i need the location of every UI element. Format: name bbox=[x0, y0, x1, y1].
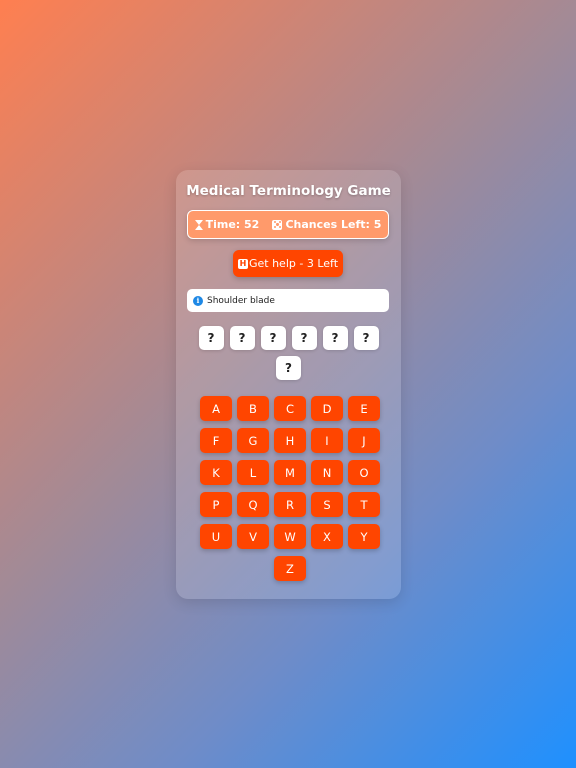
hint-box: i Shoulder blade bbox=[187, 289, 389, 312]
key-a[interactable]: A bbox=[200, 396, 232, 421]
key-z[interactable]: Z bbox=[274, 556, 306, 581]
key-e[interactable]: E bbox=[348, 396, 380, 421]
key-w[interactable]: W bbox=[274, 524, 306, 549]
hourglass-icon bbox=[194, 219, 203, 230]
key-p[interactable]: P bbox=[200, 492, 232, 517]
game-title: Medical Terminology Game bbox=[186, 183, 391, 199]
key-t[interactable]: T bbox=[348, 492, 380, 517]
key-h[interactable]: H bbox=[274, 428, 306, 453]
key-n[interactable]: N bbox=[311, 460, 343, 485]
dice-icon bbox=[272, 219, 283, 230]
info-icon: i bbox=[193, 295, 203, 306]
key-l[interactable]: L bbox=[237, 460, 269, 485]
key-g[interactable]: G bbox=[237, 428, 269, 453]
game-card: Medical Terminology Game Time: 52 Chance… bbox=[176, 170, 401, 599]
key-x[interactable]: X bbox=[311, 524, 343, 549]
key-r[interactable]: R bbox=[274, 492, 306, 517]
key-k[interactable]: K bbox=[200, 460, 232, 485]
key-v[interactable]: V bbox=[237, 524, 269, 549]
letter-slot: ? bbox=[276, 356, 301, 380]
word-slots: ??????? bbox=[196, 326, 381, 380]
key-u[interactable]: U bbox=[200, 524, 232, 549]
key-o[interactable]: O bbox=[348, 460, 380, 485]
key-f[interactable]: F bbox=[200, 428, 232, 453]
status-bar: Time: 52 Chances Left: 5 bbox=[187, 210, 389, 239]
help-icon: H bbox=[237, 258, 248, 269]
letter-slot: ? bbox=[353, 326, 379, 350]
letter-keyboard: ABCDE FGHIJ KLMNO PQRST UVWXY Z bbox=[196, 396, 384, 581]
letter-slot: ? bbox=[229, 326, 255, 350]
letter-slot: ? bbox=[291, 326, 317, 350]
letter-slot: ? bbox=[260, 326, 286, 350]
key-i[interactable]: I bbox=[311, 428, 343, 453]
chances: Chances Left: 5 bbox=[272, 218, 381, 231]
key-s[interactable]: S bbox=[311, 492, 343, 517]
key-j[interactable]: J bbox=[348, 428, 380, 453]
get-help-button[interactable]: H Get help - 3 Left bbox=[233, 250, 343, 277]
get-help-label: Get help - 3 Left bbox=[248, 257, 339, 270]
chances-label: Chances Left: 5 bbox=[285, 218, 382, 231]
key-m[interactable]: M bbox=[274, 460, 306, 485]
letter-slot: ? bbox=[322, 326, 348, 350]
letter-slot: ? bbox=[198, 326, 224, 350]
key-b[interactable]: B bbox=[237, 396, 269, 421]
key-q[interactable]: Q bbox=[237, 492, 269, 517]
key-y[interactable]: Y bbox=[348, 524, 380, 549]
key-c[interactable]: C bbox=[274, 396, 306, 421]
key-d[interactable]: D bbox=[311, 396, 343, 421]
hint-text: Shoulder blade bbox=[207, 295, 275, 306]
timer: Time: 52 bbox=[194, 218, 260, 231]
timer-label: Time: 52 bbox=[205, 218, 260, 231]
